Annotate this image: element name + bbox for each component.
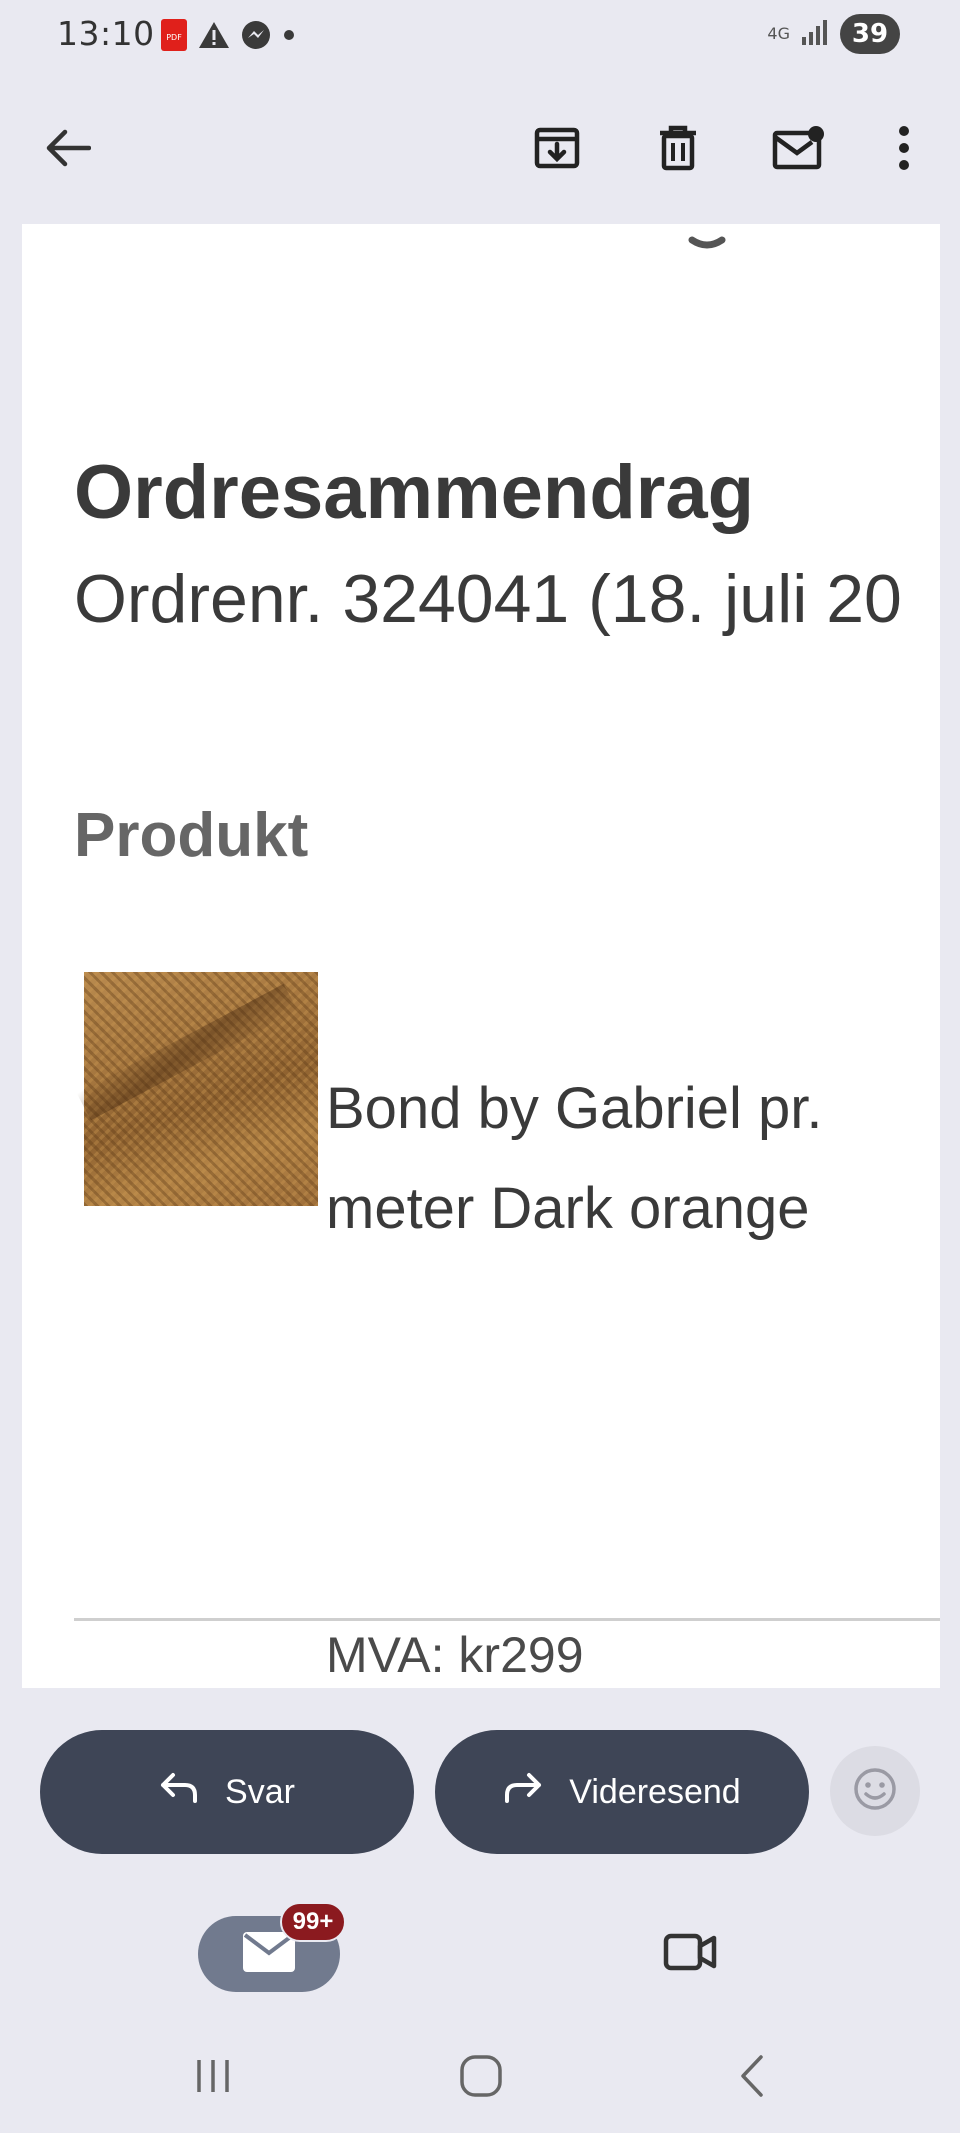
- home-button[interactable]: [451, 2050, 511, 2106]
- product-section-heading: Produkt: [74, 801, 309, 870]
- app-bar: [0, 76, 960, 224]
- delete-button[interactable]: [642, 114, 714, 186]
- order-number: Ordrenr. 324041 (18. juli 20: [74, 561, 902, 637]
- meet-tab[interactable]: [660, 1924, 720, 1984]
- order-summary-title: Ordresammendrag: [74, 450, 755, 535]
- mark-unread-button[interactable]: [763, 114, 835, 186]
- system-navigation: [0, 2022, 960, 2133]
- recent-apps-button[interactable]: [183, 2050, 243, 2106]
- cut-off-text-fragment: [662, 224, 752, 254]
- chevron-left-icon: [737, 2054, 767, 2103]
- more-vert-icon: [898, 125, 910, 176]
- signal-icon: [800, 17, 830, 52]
- mail-icon: [243, 1931, 295, 1977]
- messenger-icon: [240, 19, 272, 56]
- forward-button[interactable]: Videresend: [435, 1730, 809, 1854]
- email-content: Ordresammendrag Ordrenr. 324041 (18. jul…: [22, 224, 940, 1688]
- home-icon: [459, 2054, 503, 2103]
- divider: [74, 1618, 940, 1621]
- archive-button[interactable]: [521, 114, 593, 186]
- recent-apps-icon: [193, 2056, 233, 2101]
- product-name: Bond by Gabriel pr. meter Dark orange: [326, 1076, 823, 1241]
- battery-indicator: 39: [840, 14, 900, 54]
- product-vat: MVA: kr299: [326, 1627, 584, 1683]
- system-back-button[interactable]: [722, 2050, 782, 2106]
- smiley-icon: [852, 1766, 898, 1817]
- reply-button[interactable]: Svar: [40, 1730, 414, 1854]
- emoji-reaction-button[interactable]: [830, 1746, 920, 1836]
- action-bar: Svar Videresend: [0, 1688, 960, 1894]
- system-status-icons: 4G 39: [767, 14, 900, 54]
- status-bar: 13:10 PDF 4G 39: [0, 0, 960, 76]
- email-body[interactable]: Ordresammendrag Ordrenr. 324041 (18. jul…: [22, 224, 940, 1688]
- notification-icons: PDF: [160, 18, 296, 57]
- video-camera-icon: [663, 1931, 717, 1978]
- forward-label: Videresend: [569, 1772, 741, 1811]
- back-button[interactable]: [32, 114, 104, 186]
- svg-text:PDF: PDF: [166, 33, 182, 42]
- warning-icon: [198, 20, 230, 55]
- back-arrow-icon: [45, 128, 92, 173]
- status-time: 13:10: [57, 14, 155, 53]
- bottom-navigation: 99+: [0, 1894, 960, 2022]
- trash-icon: [656, 124, 700, 177]
- reply-icon: [159, 1771, 199, 1814]
- dot-icon: [282, 28, 296, 47]
- unread-count-badge: 99+: [280, 1902, 346, 1942]
- product-image: [84, 972, 318, 1206]
- more-options-button[interactable]: [868, 114, 940, 186]
- pdf-icon: PDF: [160, 18, 188, 57]
- network-type: 4G: [767, 24, 790, 43]
- forward-icon: [503, 1771, 543, 1814]
- archive-icon: [533, 124, 581, 177]
- mark-unread-icon: [772, 125, 826, 176]
- reply-label: Svar: [225, 1772, 295, 1811]
